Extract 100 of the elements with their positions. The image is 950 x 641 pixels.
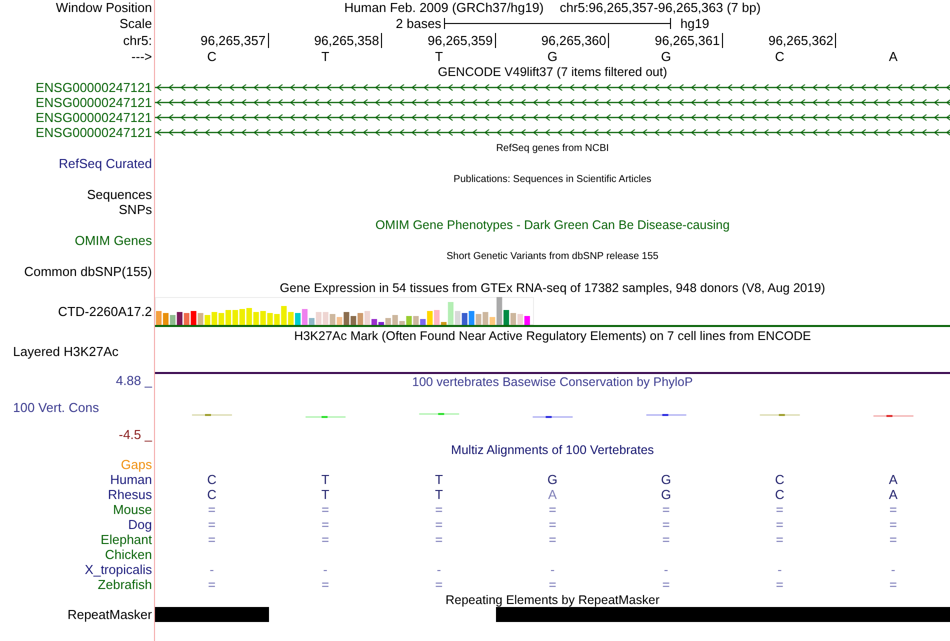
species-label[interactable]: Chicken — [105, 548, 152, 562]
base-letter: C — [207, 50, 216, 64]
ruler-coordinate: 96,265,358 — [314, 33, 382, 48]
strand-label: ---> — [131, 50, 152, 64]
track-title: GENCODE V49lift37 (7 items filtered out) — [438, 65, 668, 79]
aligned-base: G — [547, 472, 558, 486]
ruler-coordinate: 96,265,359 — [428, 33, 496, 48]
track-label[interactable]: RefSeq Curated — [58, 156, 152, 170]
base-letter: C — [774, 50, 784, 64]
gene-label[interactable]: ENSG00000247121 — [36, 126, 152, 140]
row-label: chr5: — [123, 34, 152, 48]
aligned-base: A — [888, 488, 898, 502]
alignment-symbol: = — [435, 502, 443, 516]
gene-label[interactable]: ENSG00000247121 — [36, 96, 152, 110]
base-letter: T — [434, 50, 443, 64]
assembly-title: Human Feb. 2009 (GRCh37/hg19) — [344, 0, 544, 14]
track-label[interactable]: RepeatMasker — [67, 608, 152, 622]
alignment-symbol: = — [889, 502, 897, 516]
alignment-symbol: = — [548, 518, 556, 532]
scale-length: 2 bases — [396, 16, 442, 30]
aligned-base: C — [207, 488, 216, 502]
row-label: Scale — [119, 16, 152, 30]
aligned-base: T — [434, 472, 443, 486]
alignment-symbol: = — [662, 578, 670, 592]
track-title: Gene Expression in 54 tissues from GTEx RNA-seq of 17382 samples, 948 donors (V8, Aug 2019) — [280, 280, 826, 294]
ruler-coordinate: 96,265,357 — [200, 33, 269, 48]
alignment-symbol: = — [322, 518, 330, 532]
alignment-symbol: = — [548, 502, 556, 516]
base-letter: G — [547, 50, 558, 64]
alignment-symbol: - — [210, 562, 214, 576]
aligned-base: C — [774, 472, 784, 486]
aligned-base: T — [434, 488, 443, 502]
track-title: H3K27Ac Mark (Often Found Near Active Regulatory Elements) on 7 cell lines from ENCODE — [294, 329, 811, 343]
alignment-symbol: - — [550, 562, 555, 576]
alignment-symbol: - — [664, 562, 668, 576]
gene-label[interactable]: ENSG00000247121 — [36, 80, 152, 94]
species-label[interactable]: Rhesus — [108, 488, 152, 502]
track-label[interactable]: Common dbSNP(155) — [24, 264, 152, 278]
track-title: Repeating Elements by RepeatMasker — [445, 592, 660, 606]
track-label[interactable]: SNPs — [118, 202, 152, 216]
species-label[interactable]: Human — [110, 472, 152, 486]
track-label[interactable]: Sequences — [86, 188, 152, 202]
aligned-base: C — [774, 488, 784, 502]
track-title: Publications: Sequences in Scientific Articles — [454, 173, 652, 187]
alignment-symbol: - — [436, 562, 442, 576]
row-label: Window Position — [56, 0, 152, 14]
alignment-symbol: = — [208, 518, 216, 532]
base-letter: G — [661, 50, 672, 64]
alignment-symbol: - — [891, 562, 896, 576]
track-title: 100 vertebrates Basewise Conservation by PhyloP — [412, 375, 693, 389]
alignment-symbol: = — [548, 532, 556, 546]
alignment-symbol: = — [662, 502, 670, 516]
alignment-symbol: = — [208, 532, 216, 546]
aligned-base: G — [661, 472, 672, 486]
species-label[interactable]: Zebrafish — [98, 578, 152, 592]
alignment-symbol: = — [662, 532, 670, 546]
alignment-symbol: = — [322, 502, 330, 516]
alignment-symbol: = — [435, 518, 443, 532]
species-label[interactable]: X_tropicalis — [84, 562, 152, 576]
alignment-symbol: = — [889, 578, 897, 592]
ruler-coordinate: 96,265,362 — [768, 33, 836, 48]
ruler-coordinate: 96,265,361 — [654, 33, 723, 48]
alignment-symbol: = — [776, 578, 784, 592]
alignment-symbol: = — [776, 532, 784, 546]
aligned-base: G — [661, 488, 672, 502]
alignment-symbol: = — [322, 578, 330, 592]
scale-assembly: hg19 — [679, 16, 710, 30]
alignment-symbol: - — [323, 562, 328, 576]
track-label[interactable]: Layered H3K27Ac — [13, 345, 119, 359]
position-text: chr5:96,265,357-96,265,363 (7 bp) — [560, 0, 761, 14]
base-letter: A — [888, 50, 898, 64]
species-label[interactable]: Dog — [128, 518, 152, 532]
aligned-base: A — [888, 472, 898, 486]
alignment-symbol: - — [777, 562, 782, 576]
axis-min-label: -4.5 _ — [118, 428, 152, 442]
aligned-base: T — [321, 472, 330, 486]
track-title: RefSeq genes from NCBI — [496, 142, 609, 156]
aligned-base: A — [548, 488, 557, 502]
track-label[interactable]: CTD-2260A17.2 — [58, 304, 152, 318]
axis-max-label: 4.88 _ — [114, 374, 152, 388]
base-letter: T — [321, 50, 330, 64]
track-title: Short Genetic Variants from dbSNP release 155 — [446, 250, 658, 264]
gene-label[interactable]: ENSG00000247121 — [36, 110, 152, 124]
track-title: Multiz Alignments of 100 Vertebrates — [451, 442, 654, 456]
ruler-coordinate: 96,265,360 — [541, 33, 610, 48]
alignment-symbol: = — [208, 578, 216, 592]
alignment-symbol: = — [889, 518, 897, 532]
alignment-symbol: = — [662, 518, 670, 532]
alignment-symbol: = — [435, 578, 443, 592]
track-label[interactable]: OMIM Genes — [74, 234, 152, 248]
alignment-symbol: = — [776, 518, 784, 532]
alignment-symbol: = — [322, 532, 330, 546]
aligned-base: T — [321, 488, 330, 502]
track-title: OMIM Gene Phenotypes - Dark Green Can Be Disease-causing — [375, 218, 730, 232]
species-label[interactable]: Mouse — [112, 502, 152, 516]
alignment-symbol: = — [435, 532, 443, 546]
alignment-symbol: = — [889, 532, 897, 546]
species-label[interactable]: Elephant — [100, 532, 152, 546]
aligned-base: C — [207, 472, 216, 486]
track-label[interactable]: 100 Vert. Cons — [0, 401, 152, 415]
